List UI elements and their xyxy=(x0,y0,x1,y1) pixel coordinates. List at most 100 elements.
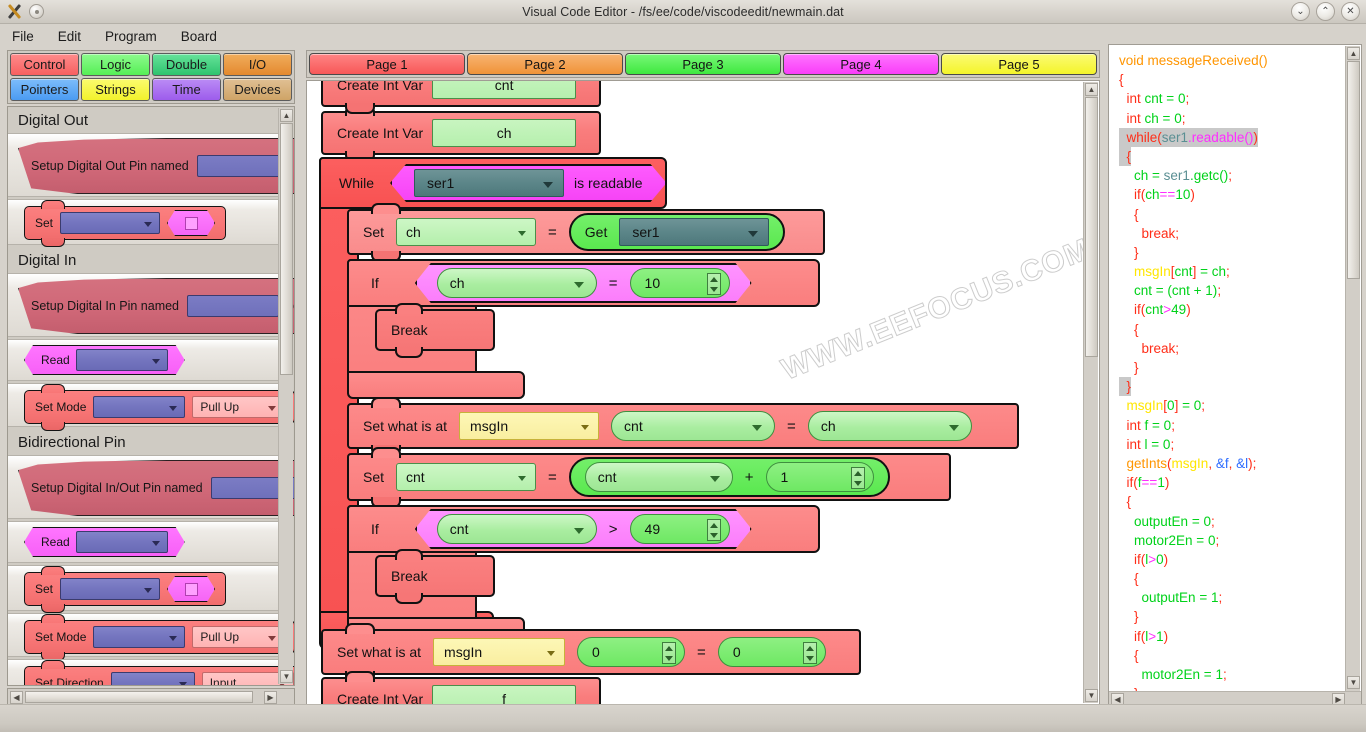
get-block[interactable]: Get ser1 xyxy=(569,213,786,251)
block-set-ch[interactable]: Set ch = Get ser1 xyxy=(347,209,825,255)
bidirectional-set-mode-value-dropdown[interactable]: Pull Up xyxy=(192,626,284,648)
set-what-is-at-0-array-dropdown[interactable]: msgIn xyxy=(433,638,565,666)
block-while-header[interactable]: While ser1 is readable xyxy=(319,157,667,209)
block-set-cnt[interactable]: Set cnt = cnt + 1 xyxy=(347,453,951,501)
block-create-int-var-cnt[interactable]: Create Int Var cnt xyxy=(321,80,601,107)
tab-page-3[interactable]: Page 3 xyxy=(625,53,781,75)
category-double[interactable]: Double xyxy=(152,53,221,76)
category-pointers[interactable]: Pointers xyxy=(10,78,79,101)
set-what-is-at-array-dropdown[interactable]: msgIn xyxy=(459,412,599,440)
set-cnt-right-spinner[interactable]: 1 xyxy=(766,462,874,492)
if-ch-condition-hex[interactable]: ch = 10 xyxy=(415,263,752,303)
scroll-down-arrow-icon[interactable]: ▼ xyxy=(1347,676,1360,689)
palette-hscroll-thumb[interactable] xyxy=(25,691,253,703)
while-condition-var-dropdown[interactable]: ser1 xyxy=(414,169,564,197)
setup-digital-in-name-field[interactable] xyxy=(187,295,279,317)
set-mode-block[interactable]: Set Mode Pull Up xyxy=(24,390,295,424)
set-what-is-at-0-index-spinner[interactable]: 0 xyxy=(577,637,685,667)
category-logic[interactable]: Logic xyxy=(81,53,150,76)
bidirectional-set-var-dropdown[interactable] xyxy=(60,578,160,600)
setup-digital-out-name-field[interactable] xyxy=(197,155,289,177)
scroll-down-arrow-icon[interactable]: ▼ xyxy=(1085,689,1098,702)
set-cnt-left-dropdown[interactable]: cnt xyxy=(585,462,733,492)
block-break-2[interactable]: Break xyxy=(375,555,495,597)
palette-item-setup-bidirectional[interactable]: Setup Digital In/Out Pin named o xyxy=(8,455,283,519)
palette-scroll-thumb[interactable] xyxy=(280,123,293,375)
canvas-vertical-scrollbar[interactable]: ▲ ▼ xyxy=(1083,82,1098,703)
spinner-arrows-icon[interactable] xyxy=(707,519,721,541)
set-what-is-at-value-dropdown[interactable]: ch xyxy=(808,411,972,441)
block-create-int-var-f[interactable]: Create Int Var f xyxy=(321,677,601,705)
block-canvas[interactable]: WWW.EEFOCUS.COM Create Int Var cnt Creat… xyxy=(306,80,1100,705)
palette-block-list[interactable]: Digital Out Setup Digital Out Pin named … xyxy=(7,106,295,686)
set-cnt-target-dropdown[interactable]: cnt xyxy=(396,463,536,491)
block-set-what-is-at-msgin-0[interactable]: Set what is at msgIn 0 = 0 xyxy=(321,629,861,675)
scroll-left-arrow-icon[interactable]: ◀ xyxy=(10,691,23,704)
scroll-up-arrow-icon[interactable]: ▲ xyxy=(1347,47,1360,60)
scroll-up-arrow-icon[interactable]: ▲ xyxy=(280,109,293,122)
bidirectional-set-mode-var-dropdown[interactable] xyxy=(93,626,185,648)
bidirectional-read-var-dropdown[interactable] xyxy=(76,531,168,553)
minimize-icon[interactable]: ⌄ xyxy=(1291,2,1310,21)
set-what-is-at-index-dropdown[interactable]: cnt xyxy=(611,411,775,441)
palette-item-bidirectional-setmode[interactable]: Set Mode Pull Up xyxy=(8,613,283,657)
palette-vertical-scrollbar[interactable]: ▲ ▼ xyxy=(278,108,293,684)
generated-code-panel[interactable]: void messageReceived(){ int cnt = 0; int… xyxy=(1108,44,1362,708)
close-icon[interactable]: ✕ xyxy=(1341,2,1360,21)
category-time[interactable]: Time xyxy=(152,78,221,101)
palette-item-setup-digital-out[interactable]: Setup Digital Out Pin named on p xyxy=(8,133,283,197)
bidirectional-set-toggle[interactable] xyxy=(167,576,215,602)
category-io[interactable]: I/O xyxy=(223,53,292,76)
read-block[interactable]: Read xyxy=(24,345,185,375)
set-mode-value-dropdown[interactable]: Pull Up xyxy=(192,396,284,418)
set-what-is-at-0-value-spinner[interactable]: 0 xyxy=(718,637,826,667)
tab-page-5[interactable]: Page 5 xyxy=(941,53,1097,75)
tab-page-4[interactable]: Page 4 xyxy=(783,53,939,75)
scroll-up-arrow-icon[interactable]: ▲ xyxy=(1085,83,1098,96)
palette-item-bidirectional-setdirection[interactable]: Set Direction Input xyxy=(8,659,283,686)
spinner-arrows-icon[interactable] xyxy=(662,642,676,664)
code-vertical-scrollbar[interactable]: ▲ ▼ xyxy=(1345,46,1360,706)
while-condition-hex[interactable]: ser1 is readable xyxy=(390,164,667,202)
if-ch-left-dropdown[interactable]: ch xyxy=(437,268,597,298)
menu-board[interactable]: Board xyxy=(179,28,219,45)
bidirectional-set-mode-block[interactable]: Set Mode Pull Up xyxy=(24,620,295,654)
set-cnt-expression[interactable]: cnt + 1 xyxy=(569,457,890,497)
bidirectional-set-block[interactable]: Set xyxy=(24,572,226,606)
block-break-1[interactable]: Break xyxy=(375,309,495,351)
block-set-what-is-at-msgin-cnt[interactable]: Set what is at msgIn cnt = ch xyxy=(347,403,1019,449)
palette-item-digital-in-read[interactable]: Read xyxy=(8,339,283,381)
if-cnt-right-spinner[interactable]: 49 xyxy=(630,514,730,544)
set-boolean-toggle[interactable] xyxy=(167,210,215,236)
menu-edit[interactable]: Edit xyxy=(56,28,83,45)
get-arg-dropdown[interactable]: ser1 xyxy=(619,218,769,246)
set-ch-target-dropdown[interactable]: ch xyxy=(396,218,536,246)
maximize-icon[interactable]: ⌃ xyxy=(1316,2,1335,21)
palette-item-setup-digital-in[interactable]: Setup Digital In Pin named on pin xyxy=(8,273,283,337)
create-int-var-cnt-value[interactable]: cnt xyxy=(432,80,576,99)
palette-item-bidirectional-read[interactable]: Read xyxy=(8,521,283,563)
set-direction-var-dropdown[interactable] xyxy=(111,672,195,686)
if-cnt-left-dropdown[interactable]: cnt xyxy=(437,514,597,544)
set-block[interactable]: Set xyxy=(24,206,226,240)
spinner-arrows-icon[interactable] xyxy=(803,642,817,664)
menu-file[interactable]: File xyxy=(10,28,36,45)
set-direction-block[interactable]: Set Direction Input xyxy=(24,666,295,686)
spinner-arrows-icon[interactable] xyxy=(851,467,865,489)
tab-page-1[interactable]: Page 1 xyxy=(309,53,465,75)
canvas-scroll-thumb[interactable] xyxy=(1085,97,1098,357)
scroll-down-arrow-icon[interactable]: ▼ xyxy=(280,670,293,683)
spinner-arrows-icon[interactable] xyxy=(707,273,721,295)
category-devices[interactable]: Devices xyxy=(223,78,292,101)
category-control[interactable]: Control xyxy=(10,53,79,76)
code-scroll-thumb[interactable] xyxy=(1347,61,1360,279)
set-var-dropdown[interactable] xyxy=(60,212,160,234)
menu-program[interactable]: Program xyxy=(103,28,159,45)
scroll-right-arrow-icon[interactable]: ▶ xyxy=(264,691,277,704)
block-if-ch[interactable]: If ch = 10 xyxy=(347,259,820,307)
block-create-int-var-ch[interactable]: Create Int Var ch xyxy=(321,111,601,155)
tab-page-2[interactable]: Page 2 xyxy=(467,53,623,75)
code-text-view[interactable]: void messageReceived(){ int cnt = 0; int… xyxy=(1109,45,1345,691)
bidirectional-read-block[interactable]: Read xyxy=(24,527,185,557)
set-mode-var-dropdown[interactable] xyxy=(93,396,185,418)
